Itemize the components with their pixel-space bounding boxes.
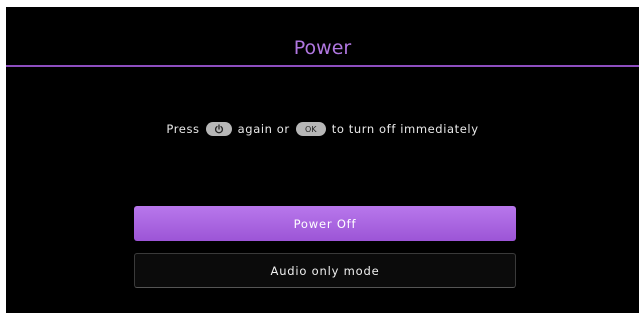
power-icon bbox=[214, 124, 223, 134]
power-dialog: Power Press again or OK to turn off imme… bbox=[6, 7, 639, 313]
dialog-title: Power bbox=[293, 37, 352, 59]
title-divider bbox=[6, 65, 639, 67]
power-off-button[interactable]: Power Off bbox=[134, 206, 516, 241]
instruction-middle: again or bbox=[237, 122, 290, 136]
audio-only-mode-button[interactable]: Audio only mode bbox=[134, 253, 516, 288]
power-key-badge bbox=[205, 122, 232, 136]
power-off-instruction: Press again or OK to turn off immediatel… bbox=[6, 119, 639, 139]
ok-key-badge: OK bbox=[295, 122, 326, 136]
instruction-suffix: to turn off immediately bbox=[331, 122, 479, 136]
instruction-prefix: Press bbox=[166, 122, 200, 136]
